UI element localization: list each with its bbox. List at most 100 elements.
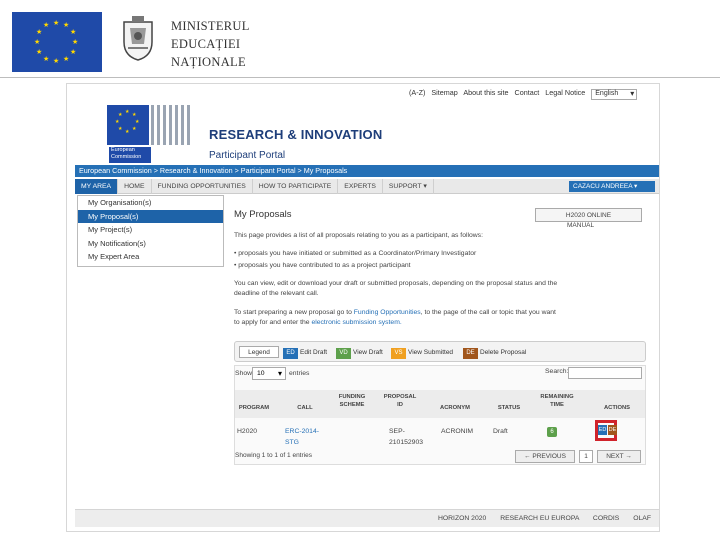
remaining-time-badge: 6 bbox=[547, 427, 557, 437]
view-draft-icon: VD bbox=[336, 348, 351, 359]
cell-status: Draft bbox=[493, 428, 508, 435]
header-divider bbox=[0, 77, 720, 78]
new-proposal-text-line2: to apply for and enter the electronic su… bbox=[234, 319, 402, 326]
page-title: My Proposals bbox=[234, 209, 292, 220]
bullet-initiated: • proposals you have initiated or submit… bbox=[234, 250, 477, 257]
proposals-table: Show 10 entries Search: PROGRAM CALL FUN… bbox=[234, 365, 646, 465]
legend-bar: Legend ED Edit Draft VD View Draft VS View … bbox=[234, 341, 646, 362]
my-area-dropdown: My Organisation(s) My Proposal(s) My Pro… bbox=[77, 195, 224, 267]
ec-logo-line-2: Commission bbox=[111, 154, 142, 160]
nav-funding-opportunities[interactable]: FUNDING OPPORTUNITIES bbox=[152, 179, 253, 194]
footer-links: HORIZON 2020 RESEARCH EU EUROPA CORDIS O… bbox=[426, 510, 651, 528]
footer-research-eu-link[interactable]: RESEARCH EU EUROPA bbox=[500, 515, 579, 522]
col-acronym[interactable]: ACRONYM bbox=[435, 404, 475, 412]
eu-flag-logo: ★ ★ ★ ★ ★ ★ ★ ★ ★ ★ ★ ★ bbox=[12, 12, 102, 72]
view-submitted-icon: VS bbox=[391, 348, 406, 359]
legend-delete-proposal: DE Delete Proposal bbox=[463, 347, 527, 359]
legend-view-submitted-label: View Submitted bbox=[408, 349, 454, 356]
edit-draft-icon: ED bbox=[283, 348, 298, 359]
table-header-row: PROGRAM CALL FUNDING SCHEME PROPOSAL ID … bbox=[235, 390, 645, 418]
ec-logo-text: European Commission bbox=[109, 147, 151, 163]
previous-page-button[interactable]: ← PREVIOUS bbox=[515, 450, 575, 463]
table-row: H2020 ERC-2014- STG SEP- 210152903 ACRON… bbox=[235, 420, 645, 446]
nav-experts[interactable]: EXPERTS bbox=[338, 179, 383, 194]
col-proposal-id[interactable]: PROPOSAL ID bbox=[383, 393, 417, 409]
col-status[interactable]: STATUS bbox=[491, 404, 527, 412]
legend-title: Legend bbox=[239, 346, 279, 358]
legend-edit-draft-label: Edit Draft bbox=[300, 349, 328, 356]
ministry-line-1: MINISTERUL bbox=[171, 19, 250, 33]
show-label: Show bbox=[235, 370, 253, 377]
cell-proposal-line1: SEP- bbox=[389, 428, 405, 435]
search-label: Search: bbox=[545, 368, 569, 375]
cell-program: H2020 bbox=[237, 428, 258, 435]
electronic-submission-link[interactable]: electronic submission system. bbox=[311, 319, 401, 326]
table-info: Showing 1 to 1 of 1 entries bbox=[235, 452, 312, 459]
view-edit-text-line2: deadline of the relevant call. bbox=[234, 290, 319, 297]
slide-header: ★ ★ ★ ★ ★ ★ ★ ★ ★ ★ ★ ★ MINISTERUL EDUCA… bbox=[0, 0, 720, 80]
next-page-button[interactable]: NEXT → bbox=[597, 450, 641, 463]
page-1-button[interactable]: 1 bbox=[579, 450, 593, 463]
menu-item-my-projects[interactable]: My Project(s) bbox=[78, 223, 223, 237]
new-proposal-prefix: To start preparing a new proposal go to bbox=[234, 309, 352, 316]
table-search-input[interactable] bbox=[568, 367, 642, 379]
table-footer: Showing 1 to 1 of 1 entries ← PREVIOUS 1… bbox=[235, 450, 645, 464]
nav-my-area[interactable]: MY AREA bbox=[75, 179, 119, 194]
legend-delete-proposal-label: Delete Proposal bbox=[480, 349, 527, 356]
user-menu[interactable]: CAZACU ANDREEA ▾ bbox=[569, 181, 655, 192]
legend-edit-draft: ED Edit Draft bbox=[283, 347, 328, 359]
col-remaining-time[interactable]: REMAINING TIME bbox=[535, 393, 579, 409]
footer-cordis-link[interactable]: CORDIS bbox=[593, 515, 619, 522]
new-proposal-suffix: , to the page of the call or topic that … bbox=[420, 309, 556, 316]
ministry-name: MINISTERUL EDUCAȚIEI NAȚIONALE bbox=[171, 17, 250, 71]
ministry-line-2: EDUCAȚIEI bbox=[171, 37, 241, 51]
col-call[interactable]: CALL bbox=[285, 404, 325, 412]
ec-flag-icon: ★ ★ ★ ★ ★ ★ ★ ★ bbox=[107, 105, 149, 145]
col-program[interactable]: PROGRAM bbox=[237, 404, 271, 412]
col-actions: ACTIONS bbox=[603, 405, 631, 411]
cell-call-line1: ERC-2014- bbox=[285, 428, 319, 435]
european-commission-logo[interactable]: ★ ★ ★ ★ ★ ★ ★ ★ European Commission bbox=[107, 105, 191, 163]
contact-link[interactable]: Contact bbox=[515, 88, 540, 97]
footer-olaf-link[interactable]: OLAF bbox=[633, 515, 651, 522]
menu-item-my-expert-area[interactable]: My Expert Area bbox=[78, 250, 223, 264]
berlaymont-building-icon bbox=[151, 105, 191, 145]
cell-acronym: ACRONIM bbox=[441, 428, 474, 435]
portal-footer: HORIZON 2020 RESEARCH EU EUROPA CORDIS O… bbox=[75, 509, 659, 528]
delete-proposal-icon: DE bbox=[463, 348, 478, 359]
cell-proposal-id: SEP- 210152903 bbox=[389, 426, 423, 448]
az-link[interactable]: (A-Z) bbox=[409, 88, 425, 97]
delete-proposal-button[interactable]: DE bbox=[608, 425, 617, 435]
menu-item-my-proposals[interactable]: My Proposal(s) bbox=[78, 209, 223, 223]
funding-opportunities-link[interactable]: Funding Opportunities bbox=[354, 309, 421, 316]
legend-view-draft-label: View Draft bbox=[353, 349, 383, 356]
breadcrumb[interactable]: European Commission > Research & Innovat… bbox=[75, 165, 659, 177]
new-proposal-text-line1: To start preparing a new proposal go to … bbox=[234, 309, 556, 316]
nav-how-to-participate[interactable]: HOW TO PARTICIPATE bbox=[253, 179, 339, 194]
footer-horizon2020-link[interactable]: HORIZON 2020 bbox=[438, 515, 486, 522]
menu-item-my-notifications[interactable]: My Notification(s) bbox=[78, 237, 223, 251]
legend-view-submitted: VS View Submitted bbox=[391, 347, 454, 359]
cell-proposal-line2: 210152903 bbox=[389, 439, 424, 446]
online-manual-button[interactable]: H2020 ONLINE bbox=[535, 208, 642, 222]
ec-logo-line-1: European bbox=[111, 147, 135, 153]
portal-subtitle: Participant Portal bbox=[209, 150, 286, 161]
menu-item-my-organisations[interactable]: My Organisation(s) bbox=[78, 196, 223, 210]
nav-home[interactable]: HOME bbox=[118, 179, 152, 194]
cell-call-line2: STG bbox=[285, 439, 299, 446]
edit-draft-button[interactable]: ED bbox=[598, 425, 607, 435]
language-select[interactable]: English bbox=[591, 89, 638, 100]
entries-per-page-select[interactable]: 10 bbox=[252, 367, 286, 380]
submission-prefix: to apply for and enter the bbox=[234, 319, 310, 326]
online-manual-button-line2[interactable]: MANUAL bbox=[567, 222, 594, 229]
sitemap-link[interactable]: Sitemap bbox=[431, 88, 457, 97]
nav-support[interactable]: SUPPORT ▾ bbox=[383, 179, 434, 194]
cell-call[interactable]: ERC-2014- STG bbox=[285, 426, 319, 448]
legal-notice-link[interactable]: Legal Notice bbox=[545, 88, 585, 97]
about-link[interactable]: About this site bbox=[463, 88, 508, 97]
bullet-contributed: • proposals you have contributed to as a… bbox=[234, 262, 411, 269]
col-funding-scheme[interactable]: FUNDING SCHEME bbox=[335, 393, 369, 409]
ministry-line-3: NAȚIONALE bbox=[171, 55, 246, 69]
participant-portal-screenshot: (A-Z) Sitemap About this site Contact Le… bbox=[66, 83, 660, 532]
top-links: (A-Z) Sitemap About this site Contact Le… bbox=[409, 88, 641, 100]
